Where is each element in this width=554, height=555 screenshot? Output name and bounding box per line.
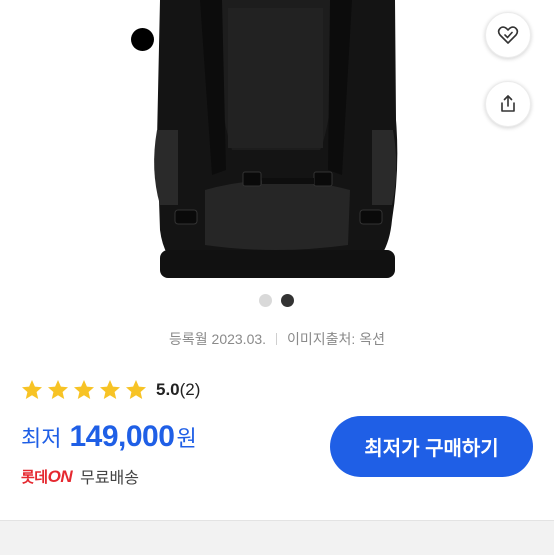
lowest-price: 최저 149,000 원 bbox=[21, 420, 197, 454]
buy-lowest-price-button[interactable]: 최저가 구매하기 bbox=[330, 416, 533, 477]
star-icon bbox=[126, 380, 146, 399]
heart-check-icon bbox=[497, 26, 519, 44]
share-icon bbox=[501, 95, 515, 112]
star-icon bbox=[74, 380, 94, 399]
product-image-area[interactable] bbox=[0, 0, 554, 290]
shipping-info: 롯데ON 무료배송 bbox=[21, 464, 139, 488]
rating-score: 5.0(2) bbox=[156, 380, 201, 399]
wish-button[interactable] bbox=[485, 12, 531, 58]
price-label: 최저 bbox=[21, 426, 62, 451]
star-icon bbox=[48, 380, 68, 399]
carousel-dot-2-active[interactable] bbox=[281, 294, 294, 307]
lotteon-logo: 롯데ON bbox=[21, 466, 73, 486]
review-count: (2) bbox=[179, 380, 201, 399]
price-unit: 원 bbox=[176, 426, 197, 451]
share-button[interactable] bbox=[485, 81, 531, 127]
product-meta: 등록월 2023.03. 이미지출처: 옥션 bbox=[0, 329, 554, 349]
registered-date: 등록월 2023.03. bbox=[169, 331, 267, 347]
product-image bbox=[154, 0, 398, 278]
price-amount: 149,000 bbox=[69, 420, 175, 453]
meta-divider bbox=[276, 333, 278, 345]
rating[interactable]: 5.0(2) bbox=[20, 377, 200, 403]
star-icon bbox=[22, 380, 42, 399]
bottom-section-divider bbox=[0, 520, 554, 555]
carousel-dot-1[interactable] bbox=[259, 294, 272, 307]
star-icon bbox=[100, 380, 120, 399]
color-swatch-black[interactable] bbox=[131, 28, 154, 51]
image-source: 이미지출처: 옥션 bbox=[287, 331, 385, 347]
carousel-indicator bbox=[0, 294, 554, 308]
shipping-text: 무료배송 bbox=[80, 470, 139, 487]
